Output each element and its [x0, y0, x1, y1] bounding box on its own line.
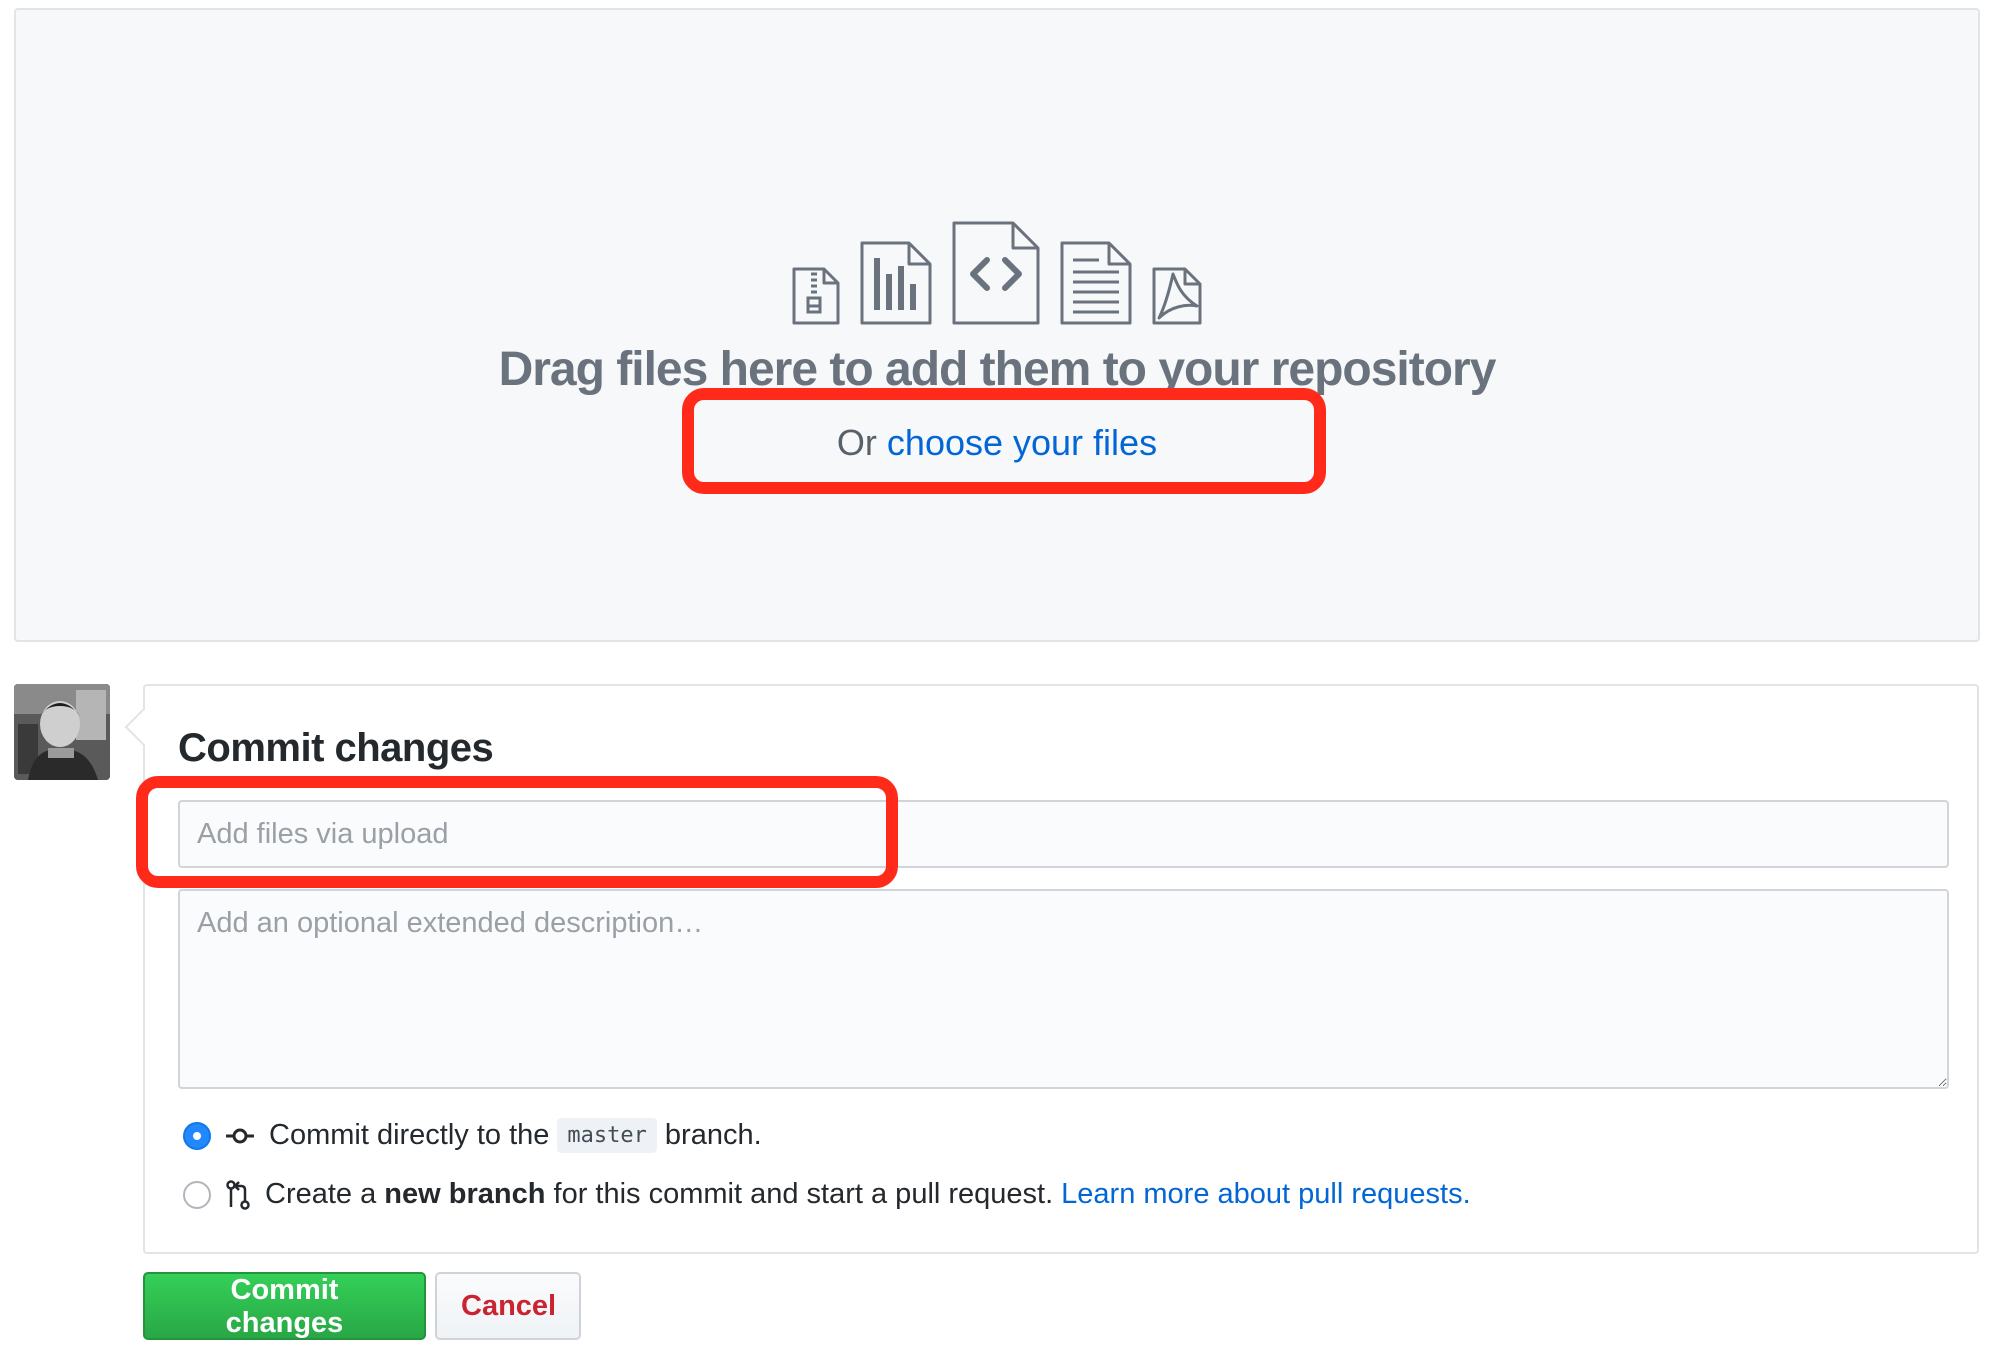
avatar	[14, 684, 110, 780]
commit-description-textarea[interactable]	[178, 889, 1949, 1089]
new-branch-bold-text: new branch	[384, 1178, 546, 1210]
commit-form: Commit changes Commit directly to the ma…	[143, 684, 1979, 1254]
commit-direct-option[interactable]: Commit directly to the master branch.	[183, 1118, 762, 1153]
commit-direct-text-after: branch.	[664, 1119, 762, 1151]
learn-more-pull-requests-link[interactable]: Learn more about pull requests.	[1061, 1178, 1470, 1211]
choose-files-line: Or choose your files	[16, 422, 1978, 464]
new-branch-radio[interactable]	[183, 1180, 211, 1209]
commit-changes-button[interactable]: Commit changes	[143, 1272, 426, 1340]
file-pdf-icon	[1152, 267, 1202, 325]
file-code-icon	[952, 221, 1040, 325]
file-zip-icon	[792, 267, 840, 325]
git-commit-icon	[225, 1126, 255, 1146]
new-branch-option[interactable]: Create a new branch for this commit and …	[183, 1178, 1471, 1211]
choose-files-prefix: Or	[836, 422, 887, 463]
file-text-icon	[1060, 241, 1132, 325]
drop-zone-title: Drag files here to add them to your repo…	[498, 343, 1497, 396]
choose-files-link[interactable]: choose your files	[887, 422, 1157, 463]
git-pull-request-icon	[225, 1179, 251, 1210]
file-drop-zone[interactable]: Drag files here to add them to your repo…	[14, 8, 1980, 642]
new-branch-text-before: Create a	[265, 1178, 377, 1210]
commit-heading: Commit changes	[178, 726, 494, 770]
file-type-icons	[16, 214, 1978, 326]
commit-direct-radio[interactable]	[183, 1121, 211, 1150]
cancel-button[interactable]: Cancel	[435, 1272, 581, 1340]
commit-summary-input[interactable]	[178, 800, 1949, 868]
commit-direct-text-before: Commit directly to the	[269, 1119, 550, 1151]
graph-icon	[860, 241, 932, 325]
new-branch-text-after: for this commit and start a pull request…	[553, 1178, 1054, 1210]
branch-name-badge: master	[557, 1118, 657, 1153]
